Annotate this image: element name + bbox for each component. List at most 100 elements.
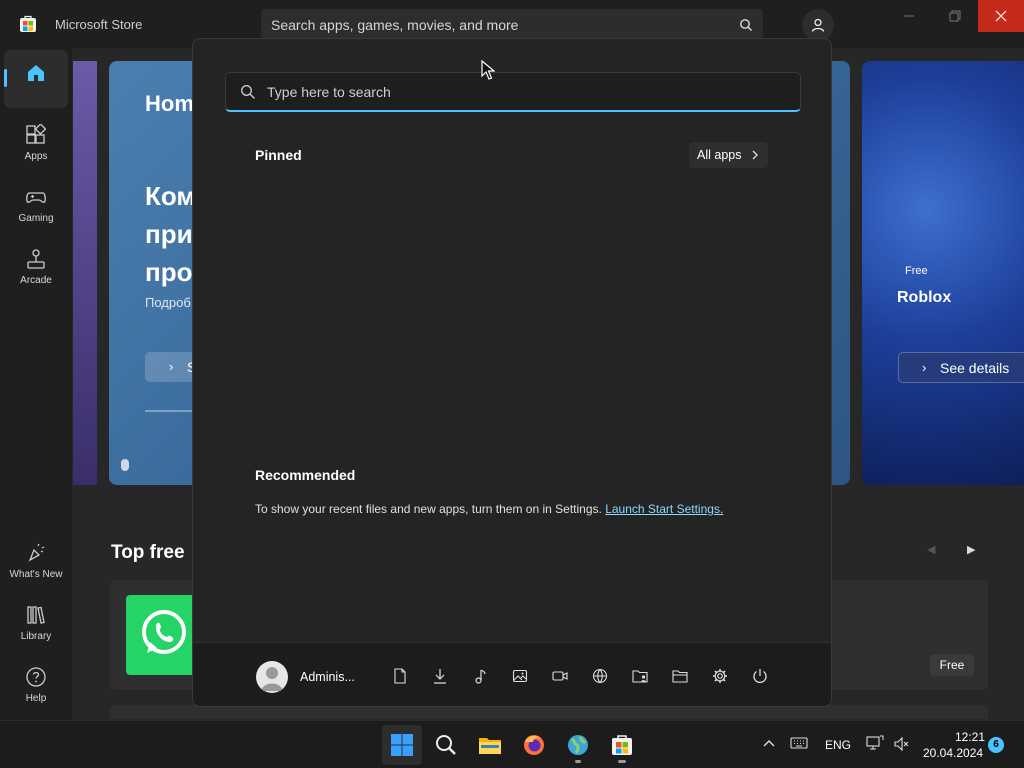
sparkle-icon [28, 543, 45, 562]
minimize-button[interactable] [886, 0, 932, 32]
sidebar-item-apps[interactable]: Apps [4, 112, 68, 170]
hero-divider [145, 410, 193, 412]
clock-time[interactable]: 12:21 [955, 730, 985, 744]
recommended-heading: Recommended [255, 467, 356, 483]
all-apps-button[interactable]: All apps [689, 142, 768, 168]
store-sidebar: Apps Gaming Arcade What's New Library He… [0, 48, 72, 720]
carousel-indicator[interactable] [121, 459, 129, 471]
hero-heading-line: при [145, 219, 193, 249]
sidebar-item-help[interactable]: Help [4, 654, 68, 712]
app-card-row [110, 705, 988, 719]
store-logo-icon [18, 14, 38, 34]
documents-icon[interactable] [392, 668, 408, 684]
sidebar-item-label: Arcade [20, 275, 52, 286]
help-icon [26, 667, 46, 687]
sidebar-item-label: What's New [9, 569, 63, 580]
close-icon [995, 10, 1007, 22]
show-hidden-icons-chevron-icon[interactable] [761, 736, 777, 750]
recommended-message: To show your recent files and new apps, … [255, 502, 723, 516]
sidebar-item-label: Help [25, 693, 47, 704]
store-icon [612, 735, 632, 755]
home-icon [28, 65, 44, 81]
joystick-icon [27, 249, 45, 269]
network-status-icon[interactable] [866, 735, 884, 751]
chevron-right-icon: › [169, 359, 174, 374]
sidebar-item-label: Apps [24, 151, 48, 162]
taskbar-globe-app[interactable] [558, 725, 598, 765]
close-button[interactable] [978, 0, 1024, 32]
globe-app-icon [568, 735, 588, 755]
input-language[interactable]: ENG [825, 738, 851, 752]
account-button[interactable] [802, 9, 834, 41]
carousel-prev-icon[interactable]: ◀ [927, 543, 935, 556]
pictures-icon[interactable] [512, 668, 528, 684]
section-title: Top free [111, 542, 185, 563]
store-search-box[interactable]: Search apps, games, movies, and more [261, 9, 763, 41]
user-name[interactable]: Adminis... [300, 670, 355, 684]
file-explorer-icon[interactable] [672, 668, 688, 684]
chevron-right-icon: › [922, 360, 927, 375]
roblox-price-badge: Free [905, 265, 928, 277]
minimize-icon [904, 15, 914, 17]
avatar-icon [261, 667, 283, 691]
sidebar-item-home[interactable] [4, 50, 68, 108]
hero-heading-line: Ком [145, 181, 196, 211]
search-icon [240, 84, 256, 100]
roblox-title: Roblox [897, 289, 952, 306]
carousel-next-icon[interactable]: ▶ [967, 543, 975, 556]
hero-next-slide[interactable] [862, 61, 1024, 485]
sidebar-item-label: Gaming [18, 213, 54, 224]
notification-count-badge[interactable]: 6 [988, 737, 1004, 753]
restore-button[interactable] [932, 0, 978, 32]
volume-muted-icon[interactable] [893, 736, 909, 752]
touch-keyboard-icon[interactable] [790, 736, 808, 750]
sidebar-item-library[interactable]: Library [4, 592, 68, 650]
hero-subtitle: Подроб [145, 295, 191, 310]
hero-prev-slide[interactable] [73, 61, 97, 485]
running-indicator [575, 760, 581, 763]
sidebar-item-arcade[interactable]: Arcade [4, 236, 68, 294]
user-avatar[interactable] [256, 661, 288, 693]
sidebar-item-gaming[interactable]: Gaming [4, 174, 68, 232]
start-footer: Adminis... [193, 642, 831, 706]
person-icon [811, 18, 825, 32]
power-icon[interactable] [752, 668, 768, 684]
windows-start-icon [391, 734, 413, 756]
pinned-heading: Pinned [255, 147, 302, 163]
personal-folder-icon[interactable] [632, 668, 648, 684]
downloads-icon[interactable] [432, 668, 448, 684]
price-badge: Free [930, 654, 974, 676]
start-search-input[interactable] [267, 82, 767, 102]
taskbar-microsoft-store[interactable] [602, 725, 642, 765]
search-icon [436, 735, 456, 755]
running-indicator [618, 760, 626, 763]
start-menu: Pinned All apps Recommended To show your… [192, 38, 832, 707]
recommended-text: To show your recent files and new apps, … [255, 502, 602, 516]
mouse-cursor-icon [481, 60, 495, 80]
sidebar-item-whats-new[interactable]: What's New [4, 530, 68, 588]
network-icon[interactable] [592, 668, 608, 684]
library-icon [27, 606, 45, 624]
clock-date[interactable]: 20.04.2024 [923, 746, 983, 760]
launch-start-settings-link[interactable]: Launch Start Settings. [605, 502, 723, 516]
search-icon[interactable] [739, 18, 753, 32]
whatsapp-icon [126, 595, 194, 675]
taskbar-search-button[interactable] [426, 725, 466, 765]
all-apps-label: All apps [697, 148, 742, 162]
music-icon[interactable] [472, 668, 488, 684]
videos-icon[interactable] [552, 668, 568, 684]
see-details-button[interactable]: › See details [898, 352, 1024, 383]
settings-icon[interactable] [712, 668, 728, 684]
hero-heading-line: про [145, 257, 193, 287]
firefox-icon [524, 735, 544, 755]
taskbar: ENG 12:21 20.04.2024 6 [0, 720, 1024, 768]
app-title: Microsoft Store [55, 17, 143, 32]
start-button[interactable] [382, 725, 422, 765]
start-search-box[interactable] [225, 72, 801, 112]
restore-icon [949, 10, 961, 22]
apps-icon [26, 124, 47, 144]
store-search-placeholder: Search apps, games, movies, and more [271, 17, 519, 33]
hero-title: Hom [145, 91, 194, 116]
taskbar-firefox[interactable] [514, 725, 554, 765]
taskbar-file-explorer[interactable] [470, 725, 510, 765]
